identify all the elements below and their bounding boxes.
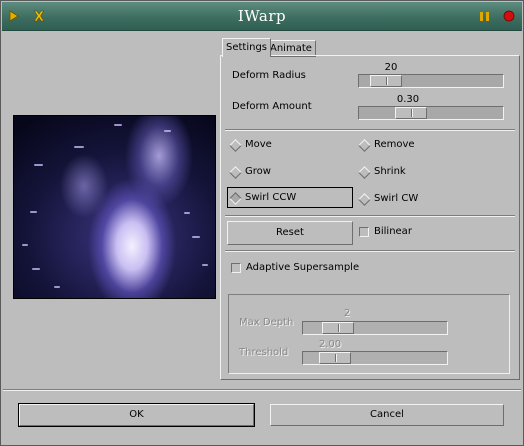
checkbox-indicator [359,227,369,237]
cancel-button[interactable]: Cancel [270,404,504,426]
radio-indicator [358,193,371,206]
pause-icon[interactable] [478,9,492,23]
bilinear-checkbox[interactable]: Bilinear [359,225,412,239]
radio-label: Swirl CW [374,193,419,204]
preview-streak [30,211,37,213]
window-title: IWarp [237,7,287,25]
radio-indicator [358,166,371,179]
mode-remove-radio[interactable]: Remove [358,138,415,152]
radio-indicator [229,139,242,152]
max-depth-slider[interactable] [302,321,448,335]
mode-swirl-ccw-radio[interactable]: Swirl CCW [229,191,297,205]
reset-button[interactable]: Reset [227,221,353,245]
mode-move-radio[interactable]: Move [229,138,272,152]
settings-page: Deform Radius 20 Deform Amount 0.30 Move… [220,55,520,380]
notebook: Settings Animate Deform Radius 20 Deform… [220,38,520,380]
preview-streak [202,264,208,266]
radio-indicator [229,192,242,205]
deform-amount-value: 0.30 [396,94,420,105]
checkbox-label: Adaptive Supersample [246,262,360,273]
mode-grow-radio[interactable]: Grow [229,165,271,179]
threshold-slider[interactable] [302,351,448,365]
threshold-label: Threshold [239,347,289,358]
deform-radius-label: Deform Radius [232,70,306,81]
preview-streak [184,212,190,214]
radio-indicator [229,166,242,179]
preview-streak [74,146,84,148]
supersample-frame: Max Depth 2 Threshold 2.00 [228,294,510,374]
deform-amount-label: Deform Amount [232,101,312,112]
separator [225,129,515,131]
preview-streak [34,164,43,166]
slider-thumb[interactable] [322,322,354,334]
preview-streak [54,286,60,288]
slider-thumb[interactable] [395,107,427,119]
iwarp-dialog: X IWarp Settings Animate Deform Radius 2… [0,0,524,446]
radio-label: Move [245,139,272,150]
preview-streak [22,244,28,246]
separator [225,250,515,252]
deform-radius-value: 20 [384,62,398,73]
preview-streak [164,130,171,132]
preview-streak [192,236,200,238]
max-depth-label: Max Depth [239,317,294,328]
adaptive-supersample-checkbox[interactable]: Adaptive Supersample [231,261,359,275]
radio-indicator [358,139,371,152]
mode-shrink-radio[interactable]: Shrink [358,165,406,179]
ok-button[interactable]: OK [18,403,255,427]
threshold-value: 2.00 [318,339,342,350]
radio-label: Remove [374,139,415,150]
checkbox-indicator [231,263,241,273]
close-dot-icon[interactable] [502,9,516,23]
max-depth-value: 2 [343,308,351,319]
radio-label: Grow [245,166,271,177]
slider-thumb[interactable] [370,75,402,87]
preview-streak [32,268,40,270]
preview-image[interactable] [13,115,216,299]
deform-amount-slider[interactable] [358,106,504,120]
mode-swirl-cw-radio[interactable]: Swirl CW [358,192,419,206]
slider-thumb[interactable] [319,352,351,364]
tab-settings[interactable]: Settings [222,38,272,57]
separator [3,389,521,391]
radio-label: Shrink [374,166,406,177]
title-bar[interactable]: X IWarp [2,2,522,31]
checkbox-label: Bilinear [374,226,412,237]
separator [225,215,515,217]
preview-streak [114,124,122,126]
radio-label: Swirl CCW [245,192,297,203]
deform-radius-slider[interactable] [358,74,504,88]
